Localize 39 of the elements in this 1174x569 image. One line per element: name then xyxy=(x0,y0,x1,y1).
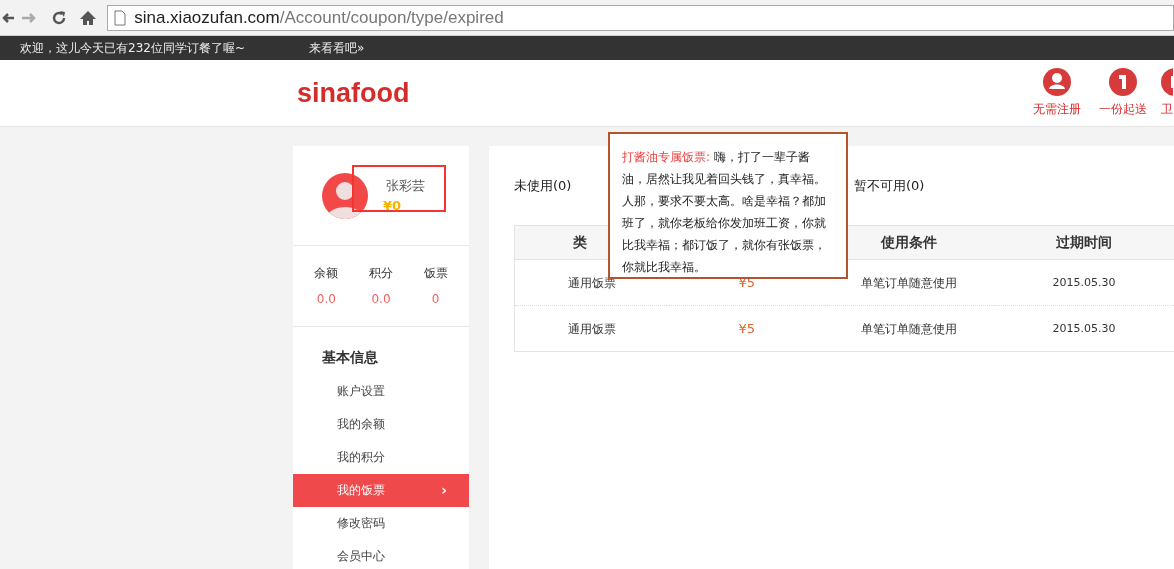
balance-amount: ¥0 xyxy=(383,196,403,215)
avatar-icon xyxy=(322,172,368,219)
menu-item[interactable]: 会员中心 xyxy=(293,540,469,569)
number-icon xyxy=(1109,68,1137,96)
expiry-date: 2015.05.30 xyxy=(1052,276,1116,290)
feature-label: 无需注册 xyxy=(1033,101,1081,118)
tab[interactable]: 暂不可用(0) xyxy=(854,176,925,225)
menu-item[interactable]: 账户设置 xyxy=(293,375,469,408)
user-icon xyxy=(1043,68,1071,96)
usage-condition: 单笔订单随意使用 xyxy=(861,321,958,336)
coupon-amount: ¥5 xyxy=(738,320,756,336)
menu-item[interactable]: 我的积分 xyxy=(293,441,469,474)
column-header: 使用条件 xyxy=(881,234,938,250)
look-link[interactable]: 来看看吧» xyxy=(308,39,365,57)
address-bar[interactable]: sina.xiaozufan.com/Account/coupon/type/expired xyxy=(107,4,1174,31)
feature-label: 卫 xyxy=(1161,101,1173,118)
stat-label: 饭票 xyxy=(423,265,448,282)
column-header: 类 xyxy=(573,234,587,250)
column-header: 过期时间 xyxy=(1056,234,1113,250)
logo[interactable]: sinafood xyxy=(297,72,410,114)
feature-label: 一份起送 xyxy=(1099,101,1147,118)
menu-item[interactable]: 我的余额 xyxy=(293,408,469,441)
usage-condition: 单笔订单随意使用 xyxy=(861,275,958,290)
chevron-icon: › xyxy=(441,474,447,507)
stat-value: 0 xyxy=(431,291,440,308)
user-name: 张彩芸 xyxy=(386,177,425,195)
coupon-type: 通用饭票 xyxy=(568,321,617,336)
stat-value: 0.0 xyxy=(316,291,336,308)
stat-label: 积分 xyxy=(369,265,393,282)
popover-text: 打酱油专属饭票: 嗨，打了一辈子酱油，居然让我见着回头钱了，真幸福。人那，要求不要太高。啥是幸福？都加班了，就你老板给你发加班工资，你就比我幸福；都订饭了，就你有张饭票，你就比我幸福。 xyxy=(622,149,827,276)
menu-item[interactable]: 修改密码 xyxy=(293,507,469,540)
menu-item[interactable]: 我的饭票 › xyxy=(293,474,469,507)
expiry-date: 2015.05.30 xyxy=(1052,322,1116,336)
url-text: sina.xiaozufan.com/Account/coupon/type/expired xyxy=(134,6,504,29)
menu-heading: 基本信息 xyxy=(321,348,379,367)
page-icon xyxy=(114,9,127,26)
welcome-text: 欢迎，这儿今天已有232位同学订餐了喔~ xyxy=(20,40,245,57)
stat-value: 0.0 xyxy=(371,291,391,308)
stat-label: 余额 xyxy=(314,265,339,282)
